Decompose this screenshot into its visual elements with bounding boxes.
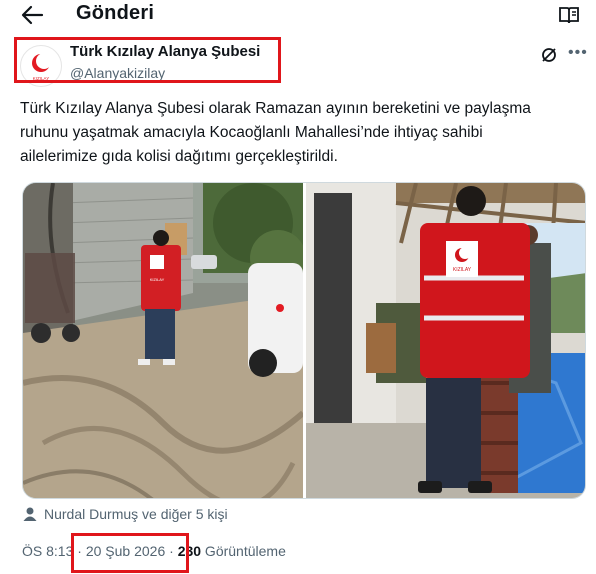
author-highlight-box [14, 37, 281, 83]
svg-text:KIZILAY: KIZILAY [453, 267, 472, 273]
photo-delivery-doorstep[interactable]: KIZILAY [306, 183, 586, 499]
svg-text:KIZILAY: KIZILAY [150, 277, 165, 282]
tagged-people[interactable]: Nurdal Durmuş ve diğer 5 kişi [22, 506, 228, 522]
tagged-people-label: Nurdal Durmuş ve diğer 5 kişi [44, 506, 228, 522]
more-icon[interactable]: ••• [568, 44, 588, 62]
grok-icon[interactable] [540, 46, 558, 64]
reader-icon[interactable] [558, 5, 580, 25]
tweet-line: Türk Kızılay Alanya Şubesi olarak Ramaza… [20, 100, 531, 117]
tweet-line: ruhunu yaşatmak amacıyla Kocaoğlanlı Mah… [20, 124, 483, 141]
person-icon [23, 507, 37, 521]
tweet-time[interactable]: ÖS 8:13 [22, 543, 73, 559]
back-arrow-icon[interactable] [20, 4, 44, 26]
views-label: Görüntüleme [201, 543, 286, 559]
date-highlight-box [71, 533, 189, 573]
page-title: Gönderi [76, 2, 155, 24]
tweet-text: Türk Kızılay Alanya Şubesi olarak Ramaza… [20, 97, 590, 169]
photo-grid: KIZILAY KIZILAY [22, 182, 586, 499]
tweet-line: ailelerimize gıda kolisi dağıtımı gerçek… [20, 148, 338, 165]
top-bar: Gönderi [0, 0, 596, 30]
photo-delivery-street[interactable]: KIZILAY [23, 183, 303, 499]
